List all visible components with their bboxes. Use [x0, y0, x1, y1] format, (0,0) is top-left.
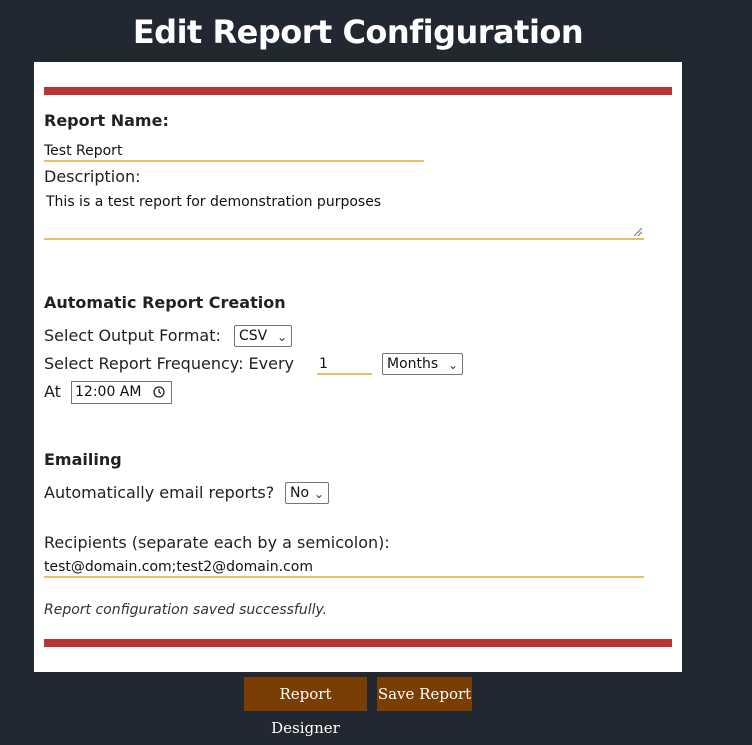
chevron-down-icon: ⌄: [447, 358, 458, 372]
output-format-label: Select Output Format:: [44, 326, 221, 345]
frequency-number-input[interactable]: [317, 355, 372, 375]
recipients-label: Recipients (separate each by a semicolon…: [44, 533, 390, 552]
description-label: Description:: [44, 167, 141, 186]
automatic-report-creation-heading: Automatic Report Creation: [44, 293, 286, 312]
at-label: At: [44, 382, 61, 401]
auto-email-value: No: [290, 485, 310, 501]
report-name-label: Report Name:: [44, 111, 169, 130]
description-text: This is a test report for demonstration …: [46, 194, 382, 210]
resize-grip-icon[interactable]: [634, 228, 642, 236]
output-format-select[interactable]: CSV ⌄: [234, 325, 292, 347]
chevron-down-icon: ⌄: [313, 487, 324, 501]
chevron-down-icon: ⌄: [276, 330, 287, 344]
report-config-panel: Report Name: Description: This is a test…: [34, 62, 682, 672]
emailing-heading: Emailing: [44, 450, 122, 469]
frequency-unit-value: Months: [387, 356, 439, 372]
report-designer-button[interactable]: Report Designer: [244, 677, 367, 737]
time-value: 12:00 AM: [75, 384, 142, 400]
auto-email-select[interactable]: No ⌄: [285, 482, 329, 504]
output-format-value: CSV: [239, 328, 268, 344]
frequency-label: Select Report Frequency: Every: [44, 354, 295, 373]
page-title: Edit Report Configuration: [132, 13, 584, 51]
auto-email-label: Automatically email reports?: [44, 483, 275, 502]
time-input[interactable]: 12:00 AM: [71, 381, 172, 404]
description-textarea[interactable]: This is a test report for demonstration …: [44, 192, 644, 240]
report-name-input[interactable]: [44, 142, 424, 162]
top-divider-bar: [44, 87, 672, 95]
save-report-button[interactable]: Save Report: [377, 677, 472, 711]
recipients-input[interactable]: [44, 558, 644, 578]
clock-icon[interactable]: [153, 386, 165, 398]
status-message: Report configuration saved successfully.: [44, 602, 328, 618]
frequency-unit-select[interactable]: Months ⌄: [382, 353, 463, 375]
bottom-divider-bar: [44, 639, 672, 647]
